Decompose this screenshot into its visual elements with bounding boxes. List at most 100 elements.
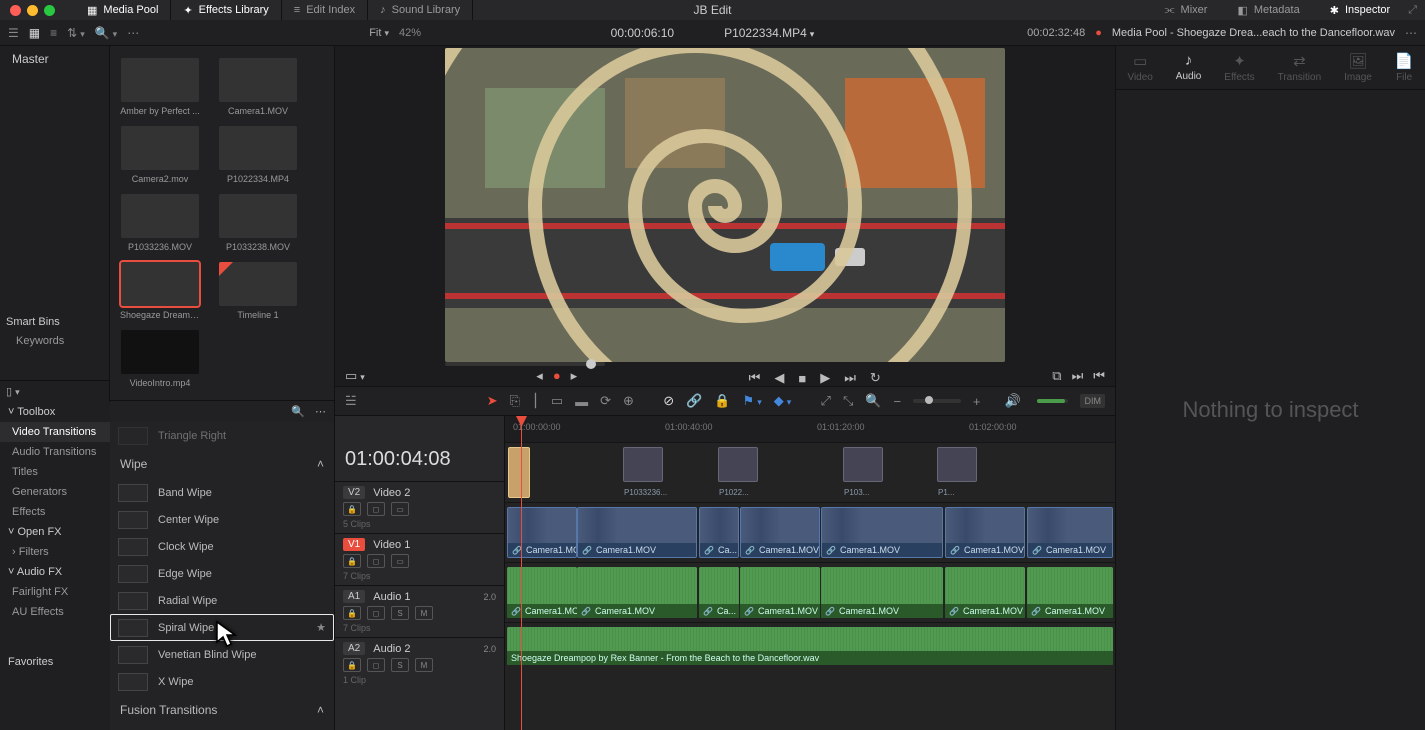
fxtree-titles[interactable]: Titles xyxy=(0,462,110,482)
track-head-v2[interactable]: V2Video 2 🔒◻▭ 5 Clips xyxy=(335,481,504,533)
zoom-fit-icon[interactable]: ⤢ xyxy=(821,393,831,409)
sort-menu[interactable]: ⇅ xyxy=(67,26,85,40)
zoom-percent[interactable]: 42% xyxy=(399,27,421,39)
prev-clip-icon[interactable]: ⏮ xyxy=(1093,368,1105,384)
audio-clip[interactable]: Camera1.MOV xyxy=(821,567,943,618)
clip-name[interactable]: P1022334.MP4 xyxy=(724,26,814,40)
jump-end-icon[interactable]: ⏭ xyxy=(844,370,856,386)
append-icon[interactable]: ⊕ xyxy=(623,393,634,409)
smart-bin-keywords[interactable]: Keywords xyxy=(0,332,109,350)
blade-tool-icon[interactable]: ⎮ xyxy=(532,393,539,409)
stop-icon[interactable]: ■ xyxy=(798,371,806,386)
tab-effects-library[interactable]: ✦Effects Library xyxy=(171,0,281,20)
zoom-window-icon[interactable] xyxy=(44,5,55,16)
jump-start-icon[interactable]: ⏮ xyxy=(749,370,761,386)
fx-item-edge-wipe[interactable]: Edge Wipe xyxy=(110,560,334,587)
flag-menu[interactable]: ⚑ xyxy=(743,393,762,409)
fx-item-radial-wipe[interactable]: Radial Wipe xyxy=(110,587,334,614)
tab-inspector[interactable]: ✱Inspector xyxy=(1318,0,1402,20)
selection-tool-icon[interactable]: ➤ xyxy=(487,393,498,409)
media-clip[interactable]: Camera2.mov xyxy=(120,126,200,184)
match-frame-icon[interactable]: ⧉ xyxy=(1052,368,1061,384)
audiofx-header[interactable]: ˅ Audio FX xyxy=(0,562,110,582)
inspector-tab-transition[interactable]: ⇄Transition xyxy=(1278,52,1322,83)
list-view-icon[interactable]: ☰ xyxy=(8,26,19,40)
mute-icon[interactable]: 🔊 xyxy=(1004,393,1020,409)
fx-category-fusion[interactable]: Fusion Transitions˄ xyxy=(110,695,334,725)
media-clip[interactable]: P1022334.MP4 xyxy=(218,126,298,184)
video-clip[interactable]: Camera1.MOV xyxy=(821,507,943,558)
expand-icon[interactable]: ⤢ xyxy=(1408,4,1417,17)
media-clip[interactable]: Timeline 1 xyxy=(218,262,298,320)
zoom-slider[interactable] xyxy=(913,399,961,403)
insert-icon[interactable]: ▭ xyxy=(551,393,563,409)
viewer-canvas[interactable] xyxy=(445,48,1005,362)
panel-view-icon[interactable]: ▯ xyxy=(6,385,20,398)
trim-tool-icon[interactable]: ⎘ xyxy=(510,393,520,409)
transition-clip[interactable] xyxy=(508,447,530,498)
video-clip[interactable]: P1022... xyxy=(718,447,758,482)
lock-icon[interactable]: 🔒 xyxy=(714,393,730,409)
fxtree-audio-transitions[interactable]: Audio Transitions xyxy=(0,442,110,462)
favorites-header[interactable]: Favorites xyxy=(0,652,110,672)
zoom-out-icon[interactable]: − xyxy=(894,394,902,409)
fx-item-center-wipe[interactable]: Center Wipe xyxy=(110,506,334,533)
options-icon[interactable]: ⋯ xyxy=(1405,26,1417,40)
video-clip[interactable]: Camera1.MOV xyxy=(1027,507,1113,558)
video-clip[interactable]: P103... xyxy=(843,447,883,482)
video-clip[interactable]: P1... xyxy=(937,447,977,482)
zoom-in-icon[interactable]: + xyxy=(973,394,981,409)
fxtree-au[interactable]: AU Effects xyxy=(0,602,110,622)
play-icon[interactable]: ▶ xyxy=(820,370,830,386)
search-menu[interactable]: 🔍 xyxy=(95,26,117,40)
smart-bins-header[interactable]: Smart Bins xyxy=(0,312,109,332)
minimize-window-icon[interactable] xyxy=(27,5,38,16)
video-clip[interactable]: Ca... xyxy=(699,507,739,558)
media-clip[interactable]: P1033236.MOV xyxy=(120,194,200,252)
video-clip[interactable]: Camera1.MOV xyxy=(507,507,577,558)
tab-mixer[interactable]: ⫘Mixer xyxy=(1153,0,1220,20)
overwrite-icon[interactable]: ▬ xyxy=(575,394,588,409)
fxtree-filters[interactable]: › Filters xyxy=(0,542,110,562)
video-clip[interactable]: P1033236... xyxy=(623,447,663,482)
inspector-tab-audio[interactable]: ♪Audio xyxy=(1176,52,1202,83)
media-clip[interactable]: Camera1.MOV xyxy=(218,58,298,116)
step-back-icon[interactable]: ◀ xyxy=(774,370,784,386)
audio-clip[interactable]: Camera1.MOV xyxy=(945,567,1025,618)
inspector-tab-video[interactable]: ▭Video xyxy=(1127,52,1152,83)
marker-menu[interactable]: ◆ xyxy=(774,393,792,409)
next-edit-icon[interactable]: ▸ xyxy=(571,368,578,384)
search-icon[interactable]: 🔍 xyxy=(291,405,305,418)
playhead[interactable] xyxy=(521,416,522,730)
prev-edit-icon[interactable]: ◂ xyxy=(536,368,543,384)
fxtree-effects[interactable]: Effects xyxy=(0,502,110,522)
video-clip[interactable]: Camera1.MOV xyxy=(740,507,820,558)
close-window-icon[interactable] xyxy=(10,5,21,16)
thumb-view-icon[interactable]: ▦ xyxy=(29,26,40,40)
tab-sound-library[interactable]: ♪Sound Library xyxy=(368,0,473,20)
viewer-mode-menu[interactable]: ▭ xyxy=(345,368,365,384)
loop-icon[interactable]: ↻ xyxy=(870,370,881,386)
track-head-a1[interactable]: A1Audio 12.0 🔒◻SM 7 Clips xyxy=(335,585,504,637)
more-icon[interactable]: ⋯ xyxy=(127,26,139,40)
video-clip[interactable]: Camera1.MOV xyxy=(945,507,1025,558)
timeline-tracks[interactable]: 01:00:00:0001:00:40:0001:01:20:0001:02:0… xyxy=(505,416,1115,730)
audio-clip[interactable]: Camera1.MOV xyxy=(507,567,577,618)
audio-clip[interactable]: Shoegaze Dreampop by Rex Banner - From t… xyxy=(507,627,1113,665)
timeline-timecode[interactable]: 01:00:04:08 xyxy=(335,442,504,481)
fx-item-band-wipe[interactable]: Band Wipe xyxy=(110,479,334,506)
inspector-tab-file[interactable]: 📄File xyxy=(1395,52,1414,83)
link-icon[interactable]: 🔗 xyxy=(686,393,702,409)
media-clip[interactable]: P1033238.MOV xyxy=(218,194,298,252)
timeline-view-icon[interactable]: ☱ xyxy=(345,393,357,409)
media-clip[interactable]: Amber by Perfect ... xyxy=(120,58,200,116)
track-head-a2[interactable]: A2Audio 22.0 🔒◻SM 1 Clip xyxy=(335,637,504,689)
inspector-tab-effects[interactable]: ✦Effects xyxy=(1224,52,1254,83)
fxtree-fairlight[interactable]: Fairlight FX xyxy=(0,582,110,602)
timeline-ruler[interactable]: 01:00:00:0001:00:40:0001:01:20:0001:02:0… xyxy=(505,416,1115,442)
snap-icon[interactable]: ⊘ xyxy=(663,393,674,409)
playhead-icon[interactable]: ● xyxy=(553,368,561,384)
volume-slider[interactable] xyxy=(1037,399,1069,403)
tab-media-pool[interactable]: ▦Media Pool xyxy=(75,0,171,20)
audio-clip[interactable]: Camera1.MOV xyxy=(577,567,697,618)
